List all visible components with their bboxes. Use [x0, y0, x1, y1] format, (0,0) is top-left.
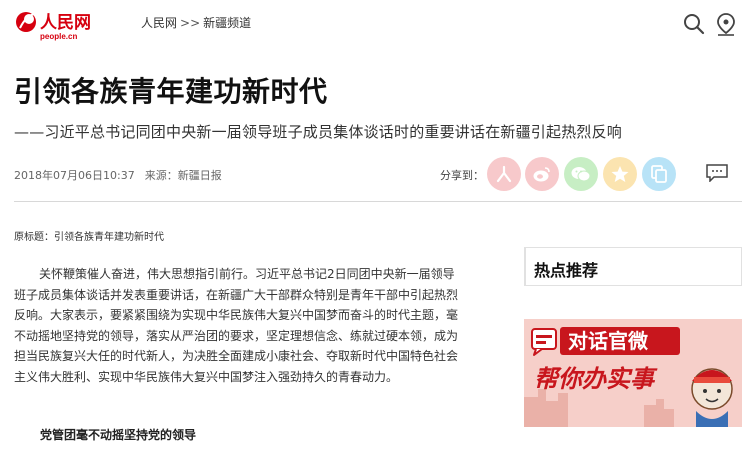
qzone-icon	[611, 166, 629, 182]
article-title: 引领各族青年建功新时代	[14, 75, 328, 108]
share-wechat-button[interactable]	[564, 157, 598, 191]
paragraph-line: 班子成员集体谈话并发表重要讲话，在新疆广大干部群众特别是青年干部中引起热烈	[14, 287, 459, 302]
location-icon[interactable]	[714, 12, 738, 36]
meta-divider	[14, 201, 742, 202]
wechat-icon	[571, 167, 591, 182]
paragraph-line: 担当民族复兴大任的时代新人，为决胜全面建成小康社会、夺取新时代中国特色社会	[14, 349, 459, 363]
hot-recommend-box: 热点推荐	[524, 247, 742, 286]
publish-datetime: 2018年07月06日10:37	[14, 169, 135, 182]
article-source: 来源：新疆日报	[144, 169, 222, 182]
logo-text: 人民网	[40, 13, 91, 33]
comment-icon[interactable]	[706, 164, 728, 183]
article-paragraph: 关怀鞭策催人奋进，伟大思想指引前行。习近平总书记2日同团中央新一届领导 班子成员…	[14, 264, 500, 387]
share-people-button[interactable]	[487, 157, 521, 191]
section-heading: 党管团毫不动摇坚持党的领导	[40, 428, 197, 442]
paragraph-line: 关怀鞭策催人奋进，伟大思想指引前行。习近平总书记2日同团中央新一届领导	[39, 267, 455, 281]
copy-icon	[651, 165, 667, 183]
breadcrumb-home-link[interactable]: 人民网	[141, 16, 177, 30]
breadcrumb-channel-link[interactable]: 新疆频道	[203, 16, 251, 30]
promo-banner[interactable]: 对话官微 帮你办实事	[524, 319, 742, 427]
paragraph-line: 主义伟大胜利、实现中华民族伟大复兴中国梦注入强劲持久的青春动力。	[14, 369, 399, 384]
share-label: 分享到：	[440, 169, 484, 182]
site-header: 人民网 people.cn 人民网 >> 新疆频道	[0, 0, 755, 52]
share-weibo-button[interactable]	[525, 157, 559, 191]
share-qzone-button[interactable]	[603, 157, 637, 191]
logo-subtext: people.cn	[40, 32, 77, 41]
people-share-icon	[496, 165, 512, 183]
paragraph-line: 不动摇地坚持党的领导，落实从严治团的要求，坚定理想信念、练就过硬本领，成为	[14, 328, 459, 343]
breadcrumb: 人民网 >> 新疆频道	[141, 14, 251, 31]
hot-recommend-title: 热点推荐	[534, 261, 599, 280]
search-icon[interactable]	[682, 12, 706, 36]
share-copy-button[interactable]	[642, 157, 676, 191]
paragraph-line: 反响。大家表示，要紧紧围绕为实现中华民族伟大复兴中国梦而奋斗的时代主题，毫	[14, 308, 459, 322]
original-title: 原标题：引领各族青年建功新时代	[14, 232, 164, 243]
banner-title: 对话官微	[568, 329, 648, 353]
breadcrumb-separator: >>	[180, 16, 201, 30]
banner-slogan: 帮你办实事	[534, 365, 658, 393]
site-logo[interactable]: 人民网 people.cn	[14, 6, 106, 42]
article-subtitle: ——习近平总书记同团中央新一届领导班子成员集体谈话时的重要讲话在新疆引起热烈反响	[14, 123, 623, 141]
article-meta: 2018年07月06日10:37 来源：新疆日报	[14, 167, 222, 183]
weibo-icon	[533, 167, 550, 182]
